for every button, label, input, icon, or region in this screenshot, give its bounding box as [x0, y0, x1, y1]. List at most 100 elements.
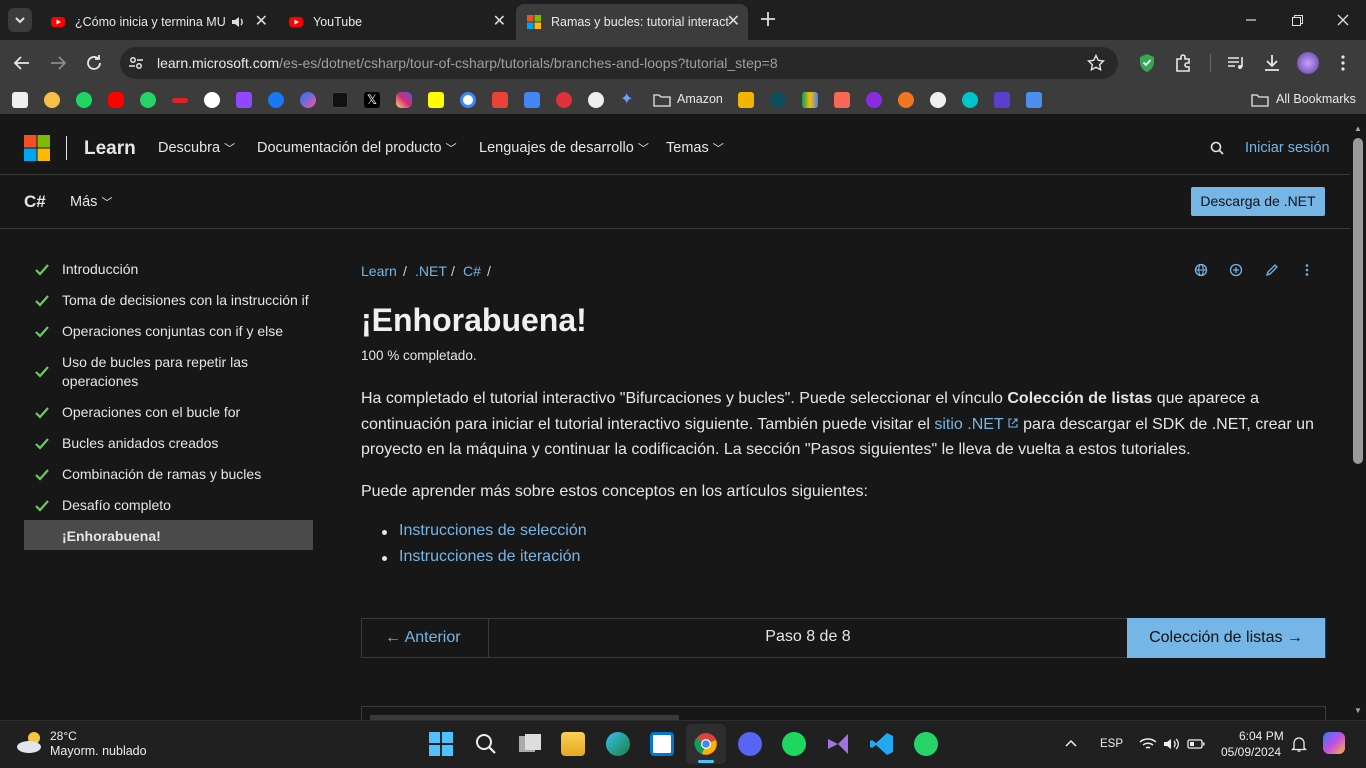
new-tab-button[interactable] [758, 9, 778, 29]
visual-studio-icon[interactable] [826, 732, 850, 756]
nav-temas[interactable]: Temas ﹀ [666, 140, 724, 156]
sidebar-item-if-else[interactable]: Operaciones conjuntas con if y else [24, 322, 313, 342]
search-icon[interactable] [474, 732, 498, 756]
red-bookmark-icon[interactable] [172, 98, 188, 103]
sidebar-item-toma-decisiones[interactable]: Toma de decisiones con la instrucción if [24, 291, 313, 311]
bookmark-star-icon[interactable] [1087, 54, 1105, 72]
sidebar-item-enhorabuena[interactable]: ¡Enhorabuena! [24, 520, 313, 550]
forward-icon[interactable] [48, 53, 68, 73]
media-controls-icon[interactable] [1226, 53, 1246, 73]
drive-bookmark-icon[interactable] [802, 92, 818, 108]
url-text[interactable]: learn.microsoft.com/es-es/dotnet/csharp/… [157, 55, 778, 71]
microsoft-logo-icon[interactable] [24, 135, 50, 161]
discord-icon[interactable] [738, 732, 762, 756]
instagram-bookmark-icon[interactable] [396, 92, 412, 108]
close-tab-icon[interactable]: ✕ [255, 13, 268, 31]
scroll-down-icon[interactable]: ▼ [1354, 706, 1362, 715]
file-explorer-icon[interactable] [561, 732, 585, 756]
weather-temp[interactable]: 28°C [50, 729, 77, 743]
spotify-icon[interactable] [782, 732, 806, 756]
wifi-icon[interactable] [1139, 736, 1157, 752]
sidebar-item-anidados[interactable]: Bucles anidados creados [24, 434, 313, 454]
tab-music[interactable]: ¿Cómo inicia y termina MU ✕ [40, 4, 276, 40]
gauge-bookmark-icon[interactable] [738, 92, 754, 108]
battery-icon[interactable] [1187, 737, 1205, 751]
snapchat-bookmark-icon[interactable] [428, 92, 444, 108]
calendar-bookmark-icon[interactable] [1026, 92, 1042, 108]
close-tab-icon[interactable]: ✕ [493, 13, 506, 31]
chevron-up-icon[interactable] [1064, 736, 1078, 750]
signin-link[interactable]: Iniciar sesión [1245, 140, 1330, 156]
tab-branches-loops[interactable]: Ramas y bucles: tutorial interact ✕ [516, 4, 748, 40]
nav-descubra[interactable]: Descubra ﹀ [158, 140, 235, 156]
breadcrumb-csharp[interactable]: C# [463, 263, 481, 279]
blue-bookmark-icon[interactable] [994, 92, 1010, 108]
crunchyroll-bookmark-icon[interactable] [898, 92, 914, 108]
more-menu[interactable]: Más ﹀ [70, 194, 112, 210]
iteration-statements-link[interactable]: Instrucciones de iteración [399, 548, 580, 566]
github-bookmark-icon[interactable] [930, 92, 946, 108]
translate-bookmark-icon[interactable] [524, 92, 540, 108]
x-bookmark-icon[interactable]: 𝕏 [364, 92, 380, 108]
scrollbar-thumb[interactable] [1353, 138, 1363, 464]
red-logo-bookmark-icon[interactable] [556, 92, 572, 108]
chrome-icon[interactable] [694, 732, 718, 756]
task-view-icon[interactable] [517, 732, 543, 756]
whatsapp-icon[interactable] [914, 732, 938, 756]
notification-bell-icon[interactable] [1291, 736, 1307, 752]
minimize-button[interactable] [1239, 8, 1263, 37]
profile-avatar[interactable] [1297, 52, 1319, 74]
more-options-icon[interactable] [1300, 263, 1314, 277]
google-bookmark-icon[interactable] [460, 92, 476, 108]
scroll-up-icon[interactable]: ▲ [1354, 124, 1362, 133]
breadcrumb-dotnet[interactable]: .NET [415, 263, 447, 279]
clock-time[interactable]: 6:04 PM [1239, 729, 1284, 743]
all-bookmarks[interactable]: All Bookmarks [1276, 92, 1356, 106]
download-icon[interactable] [1262, 53, 1282, 73]
chatgpt-bookmark-icon[interactable] [588, 92, 604, 108]
messenger-bookmark-icon[interactable] [300, 92, 316, 108]
weather-cloud-icon[interactable] [14, 728, 46, 756]
reload-icon[interactable] [84, 53, 104, 73]
menu-kebab-icon[interactable] [1333, 53, 1353, 73]
whatsapp-bookmark-icon[interactable] [140, 92, 156, 108]
teal-bookmark-icon[interactable] [770, 92, 786, 108]
canva-bookmark-icon[interactable] [962, 92, 978, 108]
globe-icon[interactable] [1194, 263, 1208, 277]
tiktok-bookmark-icon[interactable] [332, 92, 348, 108]
sidebar-item-combinacion[interactable]: Combinación de ramas y bucles [24, 465, 313, 485]
previous-button[interactable]: ← Anterior [361, 618, 489, 658]
playstation-bookmark-icon[interactable] [12, 92, 28, 108]
extensions-icon[interactable] [1173, 53, 1193, 73]
next-button[interactable]: Colección de listas → [1127, 618, 1325, 658]
clock-date[interactable]: 05/09/2024 [1221, 745, 1281, 759]
copilot-icon[interactable] [1323, 732, 1345, 754]
vscode-icon[interactable] [870, 732, 894, 756]
site-info-icon[interactable] [127, 54, 145, 72]
sidebar-item-bucles[interactable]: Uso de bucles para repetir las operacion… [24, 353, 313, 393]
close-window-button[interactable] [1331, 8, 1355, 37]
twitch-bookmark-icon[interactable] [236, 92, 252, 108]
weather-desc[interactable]: Mayorm. nublado [50, 744, 147, 758]
spotify-bookmark-icon[interactable] [76, 92, 92, 108]
add-collection-icon[interactable] [1229, 263, 1243, 277]
smile-bookmark-icon[interactable] [44, 92, 60, 108]
sidebar-item-introduccion[interactable]: Introducción [24, 260, 313, 280]
tab-search-button[interactable] [8, 8, 32, 32]
search-icon[interactable] [1210, 141, 1224, 155]
gmail-bookmark-icon[interactable] [492, 92, 508, 108]
volume-icon[interactable] [1163, 736, 1181, 752]
windows-start-icon[interactable] [429, 732, 453, 756]
bookmark-amazon[interactable]: Amazon [677, 92, 723, 106]
download-dotnet-button[interactable]: Descarga de .NET [1191, 187, 1325, 216]
facebook-bookmark-icon[interactable] [268, 92, 284, 108]
close-tab-icon[interactable]: ✕ [727, 13, 740, 31]
nav-documentacion[interactable]: Documentación del producto ﹀ [257, 140, 457, 156]
youtube-bookmark-icon[interactable] [108, 92, 124, 108]
sidebar-item-desafio[interactable]: Desafío completo [24, 496, 313, 516]
restore-button[interactable] [1285, 8, 1309, 37]
edge-icon[interactable] [606, 732, 630, 756]
speaker-icon[interactable] [230, 14, 246, 30]
sidebar-item-for[interactable]: Operaciones con el bucle for [24, 403, 313, 423]
store-icon[interactable] [650, 732, 674, 756]
